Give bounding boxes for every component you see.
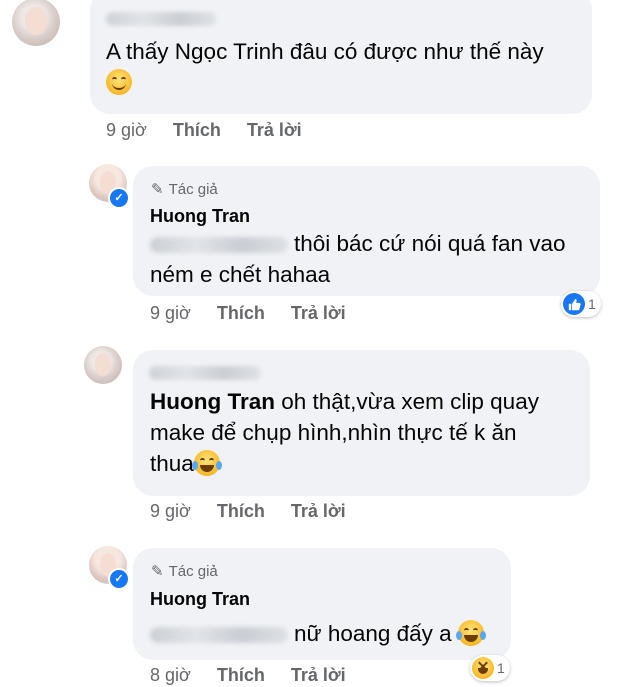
laughing-tears-emoji-icon xyxy=(455,620,486,646)
reply-link[interactable]: Trả lời xyxy=(291,303,346,324)
laughing-tears-emoji-icon xyxy=(191,450,222,476)
verified-check-icon: ✓ xyxy=(108,568,130,590)
comment-bubble: ✎ Tác giả Huong Tran nữ hoang đấy a xyxy=(133,548,511,660)
blurred-commenter-name[interactable] xyxy=(149,366,261,380)
comment-meta: 9 giờ Thích Trả lời xyxy=(150,303,346,324)
reply-link[interactable]: Trả lời xyxy=(247,120,302,141)
comment-time[interactable]: 9 giờ xyxy=(150,303,191,324)
comment-time[interactable]: 9 giờ xyxy=(106,120,147,141)
verified-check-icon: ✓ xyxy=(108,187,130,209)
reply-link[interactable]: Trả lời xyxy=(291,501,346,522)
comment-meta: 8 giờ Thích Trả lời xyxy=(150,665,346,686)
like-link[interactable]: Thích xyxy=(217,501,265,522)
comment-time[interactable]: 8 giờ xyxy=(150,665,191,686)
comment-text: Huong Tran oh thật,vừa xem clip quay mak… xyxy=(150,389,539,476)
author-badge: ✎ Tác giả xyxy=(151,180,218,199)
mentioned-user[interactable]: Huong Tran xyxy=(150,389,275,414)
reaction-count-badge[interactable]: 1 xyxy=(470,655,510,681)
smile-emoji-icon xyxy=(106,69,132,95)
reaction-count-badge[interactable]: 1 xyxy=(561,291,601,317)
comment-bubble: Huong Tran oh thật,vừa xem clip quay mak… xyxy=(133,350,590,496)
like-link[interactable]: Thích xyxy=(217,303,265,324)
pencil-icon: ✎ xyxy=(151,181,164,198)
like-link[interactable]: Thích xyxy=(173,120,221,141)
commenter-name[interactable]: Huong Tran xyxy=(150,589,250,610)
comment-bubble: A thấy Ngọc Trinh đâu có được như thế nà… xyxy=(90,0,592,114)
pencil-icon: ✎ xyxy=(151,563,164,580)
haha-icon xyxy=(472,657,494,679)
like-icon xyxy=(563,293,585,315)
commenter-avatar[interactable] xyxy=(12,0,60,46)
comment-meta: 9 giờ Thích Trả lời xyxy=(150,501,346,522)
author-badge: ✎ Tác giả xyxy=(151,562,218,581)
commenter-name[interactable]: Huong Tran xyxy=(150,206,250,227)
tagged-name-blurred[interactable] xyxy=(150,237,288,253)
comment-text: thôi bác cứ nói quá fan vao ném e chết h… xyxy=(150,231,566,287)
comment-time[interactable]: 9 giờ xyxy=(150,501,191,522)
tagged-name-blurred[interactable] xyxy=(150,627,288,643)
reply-link[interactable]: Trả lời xyxy=(291,665,346,686)
comment-meta: 9 giờ Thích Trả lời xyxy=(106,120,302,141)
commenter-avatar[interactable] xyxy=(84,346,122,384)
comment-text: nữ hoang đấy a xyxy=(150,618,486,649)
blurred-commenter-name[interactable] xyxy=(106,12,216,26)
comment-text: A thấy Ngọc Trinh đâu có được như thế nà… xyxy=(106,36,544,98)
comment-bubble: ✎ Tác giả Huong Tran thôi bác cứ nói quá … xyxy=(133,166,600,296)
like-link[interactable]: Thích xyxy=(217,665,265,686)
